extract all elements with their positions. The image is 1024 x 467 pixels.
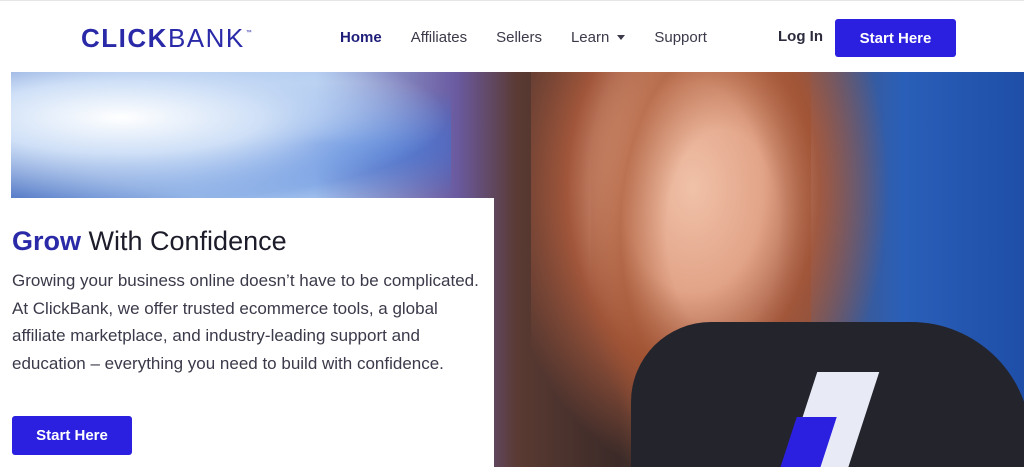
- nav-affiliates[interactable]: Affiliates: [411, 29, 467, 46]
- clickbank-logo[interactable]: CLICK BANK ™: [81, 23, 252, 53]
- nav-sellers[interactable]: Sellers: [496, 29, 542, 46]
- login-link[interactable]: Log In: [778, 28, 823, 45]
- logo-click-text: CLICK: [81, 23, 168, 53]
- hero-headline: Grow With Confidence: [12, 226, 287, 257]
- site-header: CLICK BANK ™ Home Affiliates Sellers Learn…: [0, 0, 1024, 72]
- nav-learn-label: Learn: [570, 28, 610, 46]
- start-here-hero-button[interactable]: Start Here: [12, 416, 132, 455]
- hero-background-blur: [11, 72, 451, 202]
- logo-bank-text: BANK: [167, 23, 245, 53]
- main-nav: Home Affiliates Sellers Learn Support: [340, 1, 736, 73]
- nav-learn[interactable]: Learn: [570, 28, 626, 46]
- logo-trademark: ™: [245, 30, 252, 36]
- hero-headline-strong: Grow: [12, 226, 82, 256]
- start-here-header-button[interactable]: Start Here: [835, 19, 956, 57]
- nav-support[interactable]: Support: [654, 29, 707, 46]
- chevron-down-icon: [617, 35, 626, 40]
- nav-home[interactable]: Home: [340, 29, 382, 46]
- hero-description: Growing your business online doesn’t hav…: [12, 271, 479, 373]
- hero-headline-rest: With Confidence: [81, 226, 287, 256]
